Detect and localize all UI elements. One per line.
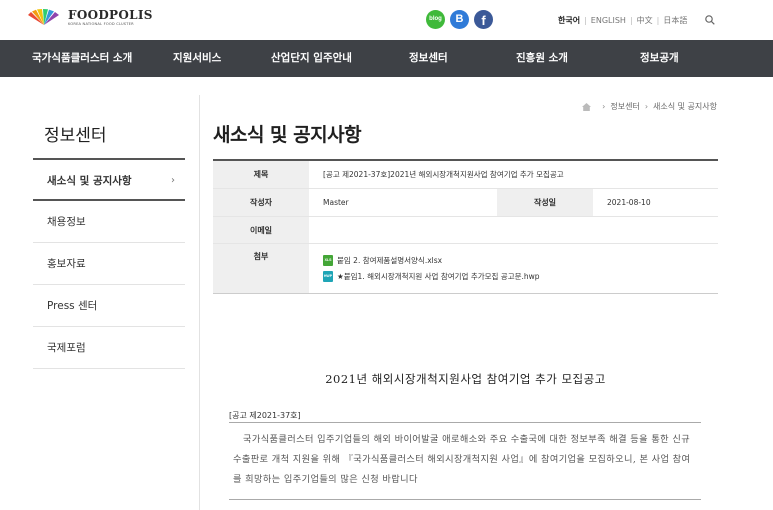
notice-body: 국가식품클러스터 입주기업들의 해외 바이어발굴 애로해소와 주요 수출국에 대… [233,434,691,485]
band-icon[interactable]: B [450,10,469,29]
sidebar-item-intl-forum[interactable]: 국제포럼 [33,327,185,369]
notice-number: [공고 제2021-37호] [229,411,301,420]
lang-chinese[interactable]: 中文 [637,16,653,25]
post-writer: Master [323,198,349,207]
nav-support-services[interactable]: 지원서비스 [173,40,221,77]
breadcrumb: › 정보센터 › 새소식 및 공지사항 [582,101,717,112]
nav-disclosure[interactable]: 정보공개 [640,40,679,77]
language-switcher: 한국어 | ENGLISH | 中文 | 日本語 [558,15,687,26]
foodpolis-logo[interactable]: FOODPOLIS KOREA NATIONAL FOOD CLUSTER [24,9,153,27]
hwp-file-icon: HWP [323,270,333,282]
email-label: 이메일 [213,217,309,243]
sidebar-item-label: 홍보자료 [47,258,86,270]
date-label: 작성일 [497,189,593,216]
chevron-right-icon: › [171,175,175,186]
facebook-icon[interactable]: f [474,10,493,29]
sidebar-item-news[interactable]: 새소식 및 공지사항 › [33,158,185,201]
lang-korean[interactable]: 한국어 [558,16,580,25]
sidebar-item-label: 채용정보 [47,216,86,228]
main-nav: 국가식품클러스터 소개 지원서비스 산업단지 입주안내 정보센터 진흥원 소개 … [0,40,773,77]
sidebar-title: 정보센터 [44,126,107,146]
xls-file-icon: XLS [323,254,333,266]
lang-separator: | [584,16,587,25]
attach-label: 첨부 [213,244,309,293]
notice-body-box: 국가식품클러스터 입주기업들의 해외 바이어발굴 애로해소와 주요 수출국에 대… [229,422,701,500]
sidebar-item-press-center[interactable]: Press 센터 [33,285,185,327]
sidebar-divider [199,95,200,510]
attachment-name: ★붙임1. 해외시장개척지원 사업 참여기업 추가모집 공고문.hwp [337,271,540,281]
sidebar-menu: 새소식 및 공지사항 › 채용정보 홍보자료 Press 센터 국제포럼 [33,158,185,369]
sidebar-item-label: Press 센터 [47,300,98,312]
post-date: 2021-08-10 [607,198,651,207]
top-bar: FOODPOLIS KOREA NATIONAL FOOD CLUSTER bl… [0,0,773,40]
nav-cluster-intro[interactable]: 국가식품클러스터 소개 [32,40,132,77]
breadcrumb-separator: › [602,102,606,111]
lang-separator: | [656,16,660,25]
nav-institute-intro[interactable]: 진흥원 소개 [516,40,568,77]
sidebar-item-jobs[interactable]: 채용정보 [33,201,185,243]
home-icon[interactable] [582,102,592,111]
blog-icon[interactable]: blog [426,10,445,29]
logo-fan-icon [28,9,59,25]
attachment-name: 붙임 2. 참여제품설명서양식.xlsx [337,255,443,265]
attachment-hwp[interactable]: HWP ★붙임1. 해외시장개척지원 사업 참여기업 추가모집 공고문.hwp [323,268,718,284]
lang-english[interactable]: ENGLISH [591,16,626,25]
lang-japanese[interactable]: 日本語 [663,16,687,25]
search-icon[interactable] [705,15,715,25]
sidebar-item-label: 새소식 및 공지사항 [47,175,132,187]
attachment-xlsx[interactable]: XLS 붙임 2. 참여제품설명서양식.xlsx [323,252,718,268]
post-subject-row: 제목 [공고 제2021-37호]2021년 해외시장개척지원사업 참여기업 추… [213,161,718,189]
breadcrumb-info-center[interactable]: 정보센터 [610,101,639,112]
post-email-row: 이메일 [213,217,718,244]
post-subject: [공고 제2021-37호]2021년 해외시장개척지원사업 참여기업 추가 모… [323,170,564,179]
sidebar-item-pr-materials[interactable]: 홍보자료 [33,243,185,285]
post-attachments-row: 첨부 XLS 붙임 2. 참여제품설명서양식.xlsx HWP ★붙임1. 해외… [213,244,718,293]
attachment-list: XLS 붙임 2. 참여제품설명서양식.xlsx HWP ★붙임1. 해외시장개… [309,244,718,293]
page-title: 새소식 및 공지사항 [213,124,362,146]
notice-title: 2021년 해외시장개척지원사업 참여기업 추가 모집공고 [325,372,606,386]
nav-tenant-guide[interactable]: 산업단지 입주안내 [271,40,352,77]
logo-subtitle: KOREA NATIONAL FOOD CLUSTER [68,22,134,26]
sidebar-item-label: 국제포럼 [47,342,86,354]
lang-separator: | [629,16,633,25]
post-meta-row: 작성자 Master 작성일 2021-08-10 [213,189,718,217]
writer-label: 작성자 [213,189,309,216]
logo-wordmark: FOODPOLIS [68,8,153,22]
post-email [309,217,718,243]
subject-label: 제목 [213,161,309,188]
breadcrumb-separator: › [644,102,649,111]
nav-info-center[interactable]: 정보센터 [409,40,448,77]
breadcrumb-news[interactable]: 새소식 및 공지사항 [653,101,717,112]
post-info-table: 제목 [공고 제2021-37호]2021년 해외시장개척지원사업 참여기업 추… [213,159,718,294]
